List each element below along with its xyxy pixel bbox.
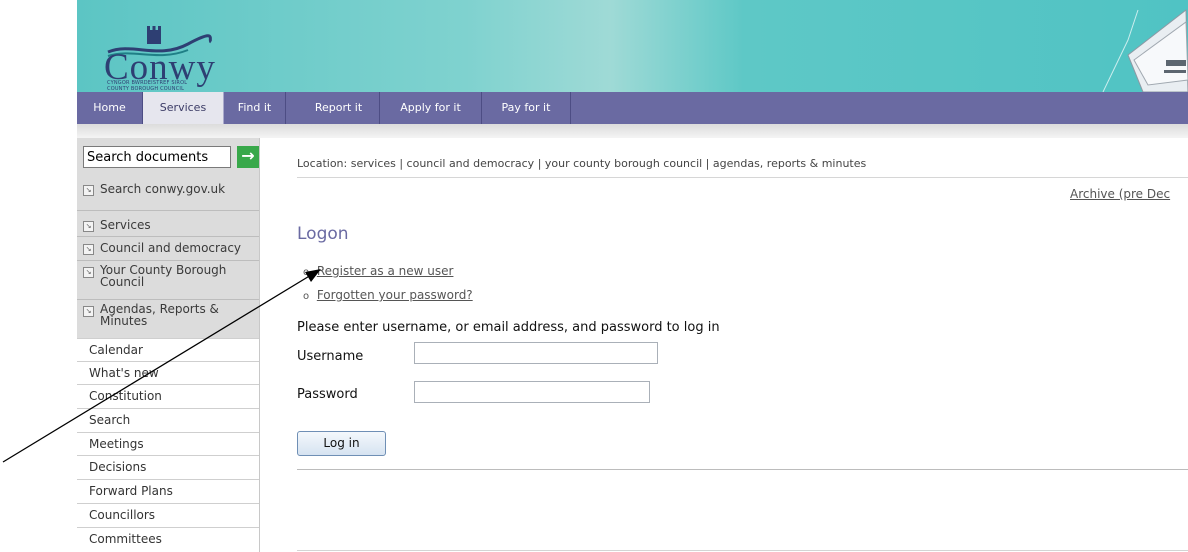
- sidebar-item-council-and-democracy[interactable]: ↘ Council and democracy: [77, 241, 259, 259]
- sidebar-item-your-county-borough-council[interactable]: ↘ Your County Borough Council: [77, 264, 259, 296]
- page-title: Logon: [297, 224, 349, 244]
- newspaper-icon: [1102, 8, 1188, 92]
- breadcrumb: Location: services | council and democra…: [297, 157, 867, 170]
- bullet-icon: o: [303, 267, 310, 278]
- username-label: Username: [297, 349, 364, 364]
- sidebar-link-calendar[interactable]: Calendar: [77, 338, 259, 361]
- nav-tab-services[interactable]: Services: [143, 92, 224, 124]
- sidebar-link-search[interactable]: Search: [77, 408, 259, 432]
- content-divider: [297, 469, 1188, 470]
- search-site-link[interactable]: ↘ Search conwy.gov.uk: [77, 182, 259, 202]
- sidebar-link-decisions[interactable]: Decisions: [77, 455, 259, 479]
- password-input[interactable]: [414, 381, 650, 403]
- login-instructions: Please enter username, or email address,…: [297, 320, 720, 335]
- nav-tab-report-it[interactable]: Report it: [298, 92, 380, 124]
- sidebar-link-whats-new[interactable]: What's new: [77, 361, 259, 384]
- nav-tab-pay-for-it[interactable]: Pay for it: [482, 92, 571, 124]
- arrow-icon: ↘: [83, 244, 94, 255]
- bullet-icon: o: [303, 291, 310, 302]
- arrow-icon: ↘: [83, 306, 94, 317]
- document-search-input[interactable]: Search documents: [83, 146, 231, 168]
- sidebar-divider: [77, 260, 259, 261]
- forgot-password-link-item: o Forgotten your password?: [303, 288, 473, 302]
- header-divider-band: [77, 124, 1188, 138]
- search-go-button[interactable]: →: [237, 146, 259, 168]
- main-nav: Home Services Find it Report it Apply fo…: [77, 92, 1188, 124]
- arrow-icon: ↘: [83, 267, 94, 278]
- nav-tab-apply-for-it[interactable]: Apply for it: [380, 92, 482, 124]
- sidebar-link-forward-plans[interactable]: Forward Plans: [77, 479, 259, 503]
- footer-divider: [297, 550, 1188, 551]
- forgot-password-link[interactable]: Forgotten your password?: [317, 288, 473, 302]
- username-input[interactable]: [414, 342, 658, 364]
- sidebar-link-committees[interactable]: Committees: [77, 527, 259, 552]
- sidebar-divider: [77, 210, 259, 211]
- sidebar-link-meetings[interactable]: Meetings: [77, 432, 259, 455]
- register-link[interactable]: Register as a new user: [317, 264, 454, 278]
- register-link-item: o Register as a new user: [303, 264, 453, 278]
- password-label: Password: [297, 387, 358, 402]
- sidebar-item-services[interactable]: ↘ Services: [77, 218, 259, 236]
- arrow-icon: ↘: [83, 185, 94, 196]
- sidebar-item-agendas-reports-minutes[interactable]: ↘ Agendas, Reports & Minutes: [77, 303, 259, 335]
- arrow-icon: ↘: [83, 221, 94, 232]
- nav-tab-home[interactable]: Home: [77, 92, 143, 124]
- login-button[interactable]: Log in: [297, 431, 386, 456]
- sidebar-link-constitution[interactable]: Constitution: [77, 384, 259, 408]
- sidebar: Search documents → ↘ Search conwy.gov.uk…: [77, 138, 260, 552]
- sidebar-divider: [77, 236, 259, 237]
- sidebar-link-councillors[interactable]: Councillors: [77, 503, 259, 527]
- sidebar-divider: [77, 299, 259, 300]
- breadcrumb-divider: [297, 177, 1188, 178]
- archive-link[interactable]: Archive (pre Dec: [1070, 187, 1170, 201]
- header-banner: Conwy CYNGOR BWRDEISTREF SIROL COUNTY BO…: [77, 0, 1188, 92]
- nav-tab-find-it[interactable]: Find it: [224, 92, 286, 124]
- conwy-logo[interactable]: Conwy CYNGOR BWRDEISTREF SIROL COUNTY BO…: [77, 0, 227, 92]
